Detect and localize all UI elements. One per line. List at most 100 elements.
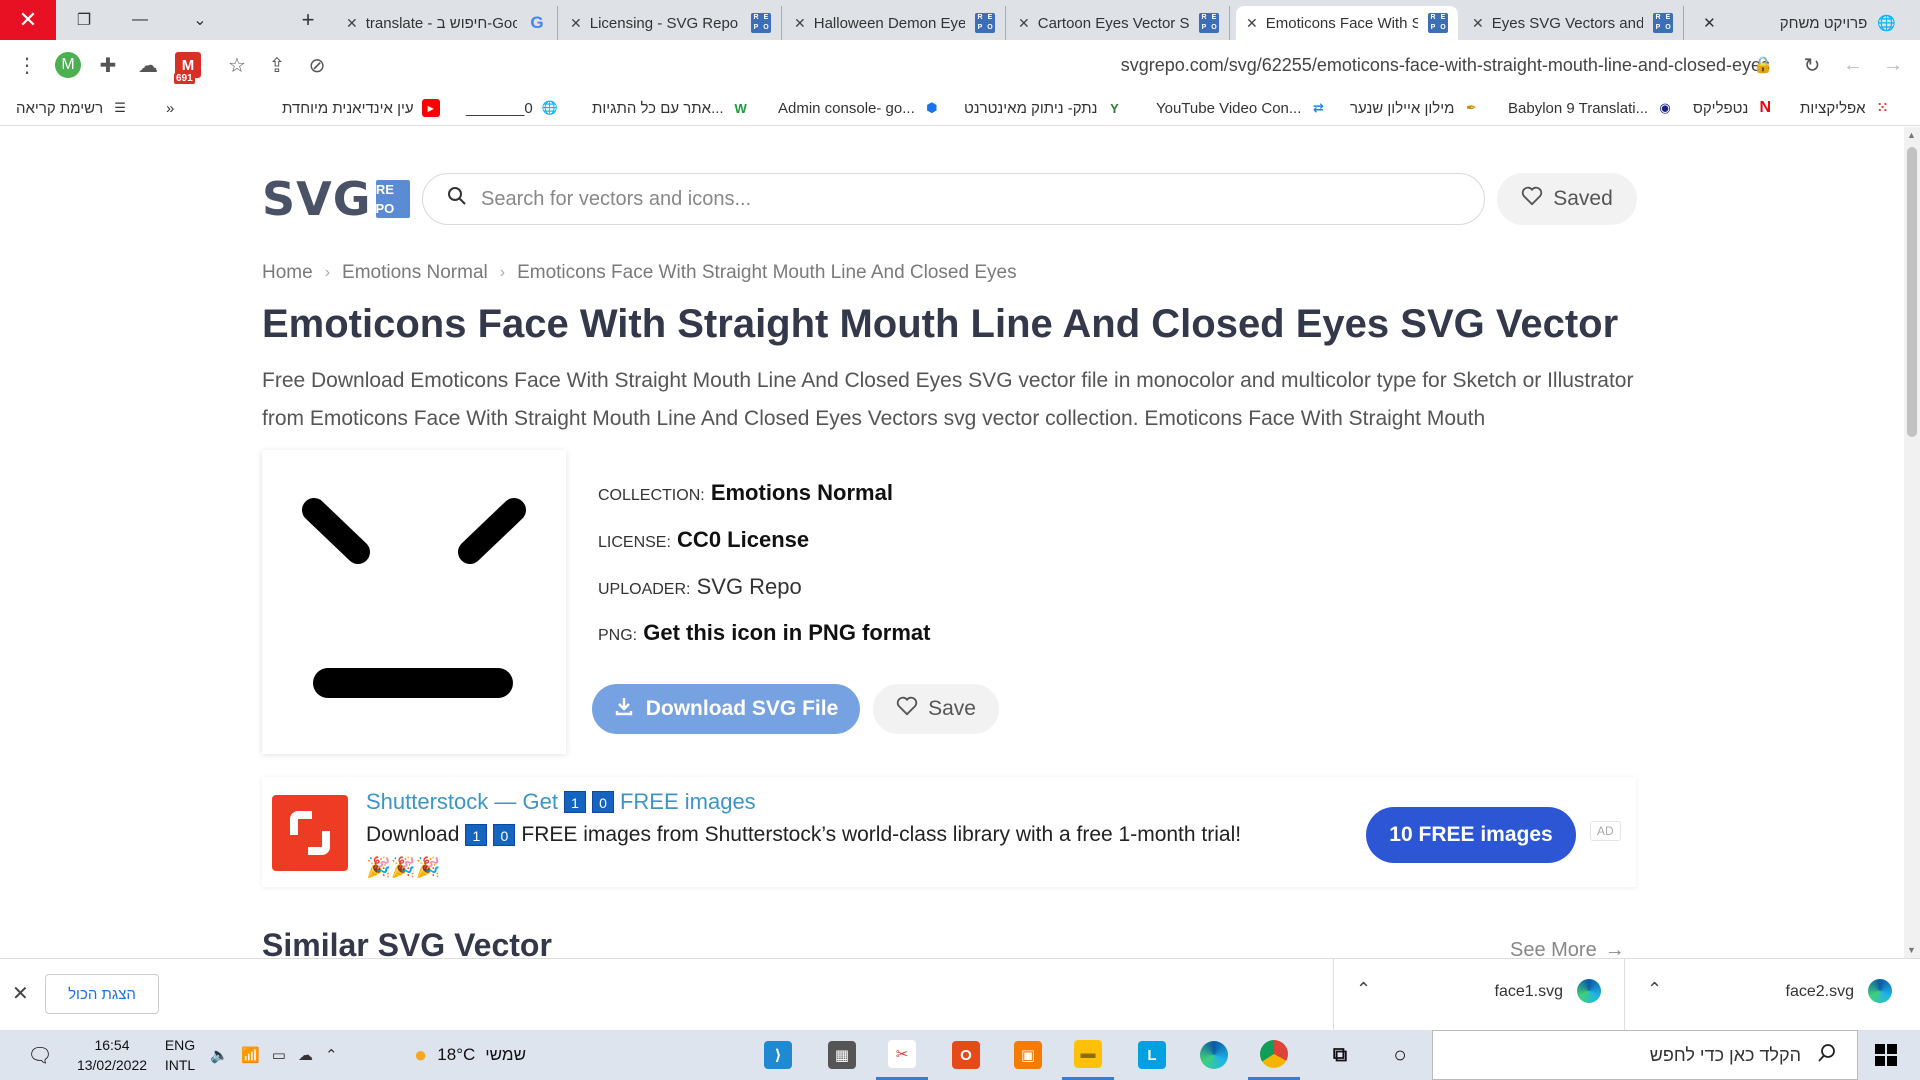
download-svg-button[interactable]: Download SVG File <box>592 684 860 734</box>
tab-game-project[interactable]: ✕ פרויקט משחק 🌐 <box>1703 6 1896 40</box>
share-icon[interactable]: ⇪ <box>262 50 292 80</box>
tab-close-icon[interactable]: ✕ <box>1246 15 1258 32</box>
tab-translate[interactable]: ✕ translate - חיפוש ב-Google G <box>336 6 558 40</box>
meta-png: PNG: Get this icon in PNG format <box>598 620 931 646</box>
bookmark-blank[interactable]: _______0 🌐 <box>466 96 559 120</box>
bookmark-reading-list[interactable]: רשימת קריאה ☰ <box>16 96 129 120</box>
breadcrumb-home[interactable]: Home <box>262 262 313 284</box>
profile-avatar[interactable]: M <box>53 50 83 80</box>
breadcrumb-current[interactable]: Emoticons Face With Straight Mouth Line … <box>517 262 1017 284</box>
extensions-icon[interactable]: ✚ <box>93 50 123 80</box>
breadcrumb-collection[interactable]: Emotions Normal <box>342 262 488 284</box>
wifi-icon[interactable]: 📶 <box>241 1046 260 1064</box>
forward-arrow-icon[interactable]: ← <box>1838 50 1868 80</box>
slides-icon[interactable]: ▣ <box>1002 1030 1054 1080</box>
weather-widget[interactable]: ● 18°C שמשי <box>400 1030 540 1080</box>
window-restore-button[interactable]: ❐ <box>56 0 112 40</box>
tab-search-button[interactable]: ⌄ <box>172 0 228 40</box>
page-scrollbar[interactable]: ▲ ▼ <box>1904 127 1920 958</box>
vscode-icon[interactable]: ⟩ <box>752 1030 804 1080</box>
bookmark-netflix[interactable]: נטפליקס N <box>1693 96 1774 120</box>
tab-close-icon[interactable]: ✕ <box>346 15 358 32</box>
bookmarks-overflow-button[interactable]: » <box>166 96 174 120</box>
tab-eyes-svg[interactable]: ✕ Eyes SVG Vectors and REPO <box>1462 6 1684 40</box>
scroll-down-arrow-icon[interactable]: ▼ <box>1907 945 1916 955</box>
svg-preview-card[interactable] <box>262 450 566 754</box>
menu-kebab-icon[interactable]: ⋮ <box>12 50 42 80</box>
notification-icon[interactable]: 🗨 <box>24 1030 56 1080</box>
saved-button[interactable]: Saved <box>1497 173 1637 225</box>
svgrepo-logo[interactable]: SVG RE PO <box>262 172 410 226</box>
license-link[interactable]: CC0 License <box>677 527 809 552</box>
bookmark-tags-site[interactable]: אתר עם כל התגיות... W <box>592 96 750 120</box>
show-all-downloads-button[interactable]: הצגת הכול <box>45 974 159 1014</box>
bookmark-indian-eye[interactable]: עין אינדיאנית מיוחדת ▶ <box>282 96 440 120</box>
tab-close-icon[interactable]: ✕ <box>1472 15 1484 32</box>
bookmark-babylon[interactable]: Babylon 9 Translati... ◉ <box>1508 96 1674 120</box>
bookmark-label: Admin console- go... <box>778 99 915 117</box>
chevron-up-icon[interactable]: ⌃ <box>325 1046 338 1064</box>
tab-close-icon[interactable]: ✕ <box>570 15 582 32</box>
gmail-icon[interactable]: M 691 <box>173 50 203 84</box>
tab-halloween-demon-eyes[interactable]: ✕ Halloween Demon Eyes REPO <box>784 6 1006 40</box>
bookmark-apps[interactable]: אפליקציות ⁙ <box>1800 96 1892 120</box>
bookmark-label: Babylon 9 Translati... <box>1508 99 1649 117</box>
scrollbar-thumb[interactable] <box>1907 147 1917 437</box>
bookmark-dictionary[interactable]: מילון איילון שנער ✒ <box>1350 96 1480 120</box>
battery-icon[interactable]: ▭ <box>272 1046 286 1064</box>
onedrive-icon[interactable]: ☁ <box>298 1046 313 1064</box>
bookmark-disconnect[interactable]: נתק- ניתוק מאינטרנט Y <box>964 96 1124 120</box>
taskbar-search-input[interactable]: הקלד כאן כדי לחפש <box>1432 1030 1858 1080</box>
babylon-icon: ◉ <box>1659 100 1671 115</box>
address-bar-url[interactable]: svgrepo.com/svg/62255/emoticons-face-wit… <box>1090 50 1770 80</box>
close-downloads-icon[interactable]: ✕ <box>12 981 29 1006</box>
bookmark-admin-console[interactable]: Admin console- go... ⬢ <box>778 96 941 120</box>
calculator-icon[interactable]: ▦ <box>816 1030 868 1080</box>
edge-icon[interactable] <box>1188 1030 1240 1080</box>
task-view-icon[interactable]: ⧉ <box>1314 1030 1366 1080</box>
back-arrow-icon[interactable]: → <box>1878 50 1908 80</box>
l-app-icon[interactable]: L <box>1126 1030 1178 1080</box>
tab-cartoon-eyes[interactable]: ✕ Cartoon Eyes Vector S REPO <box>1008 6 1230 40</box>
window-minimize-button[interactable]: — <box>112 0 168 40</box>
uploader-link[interactable]: SVG Repo <box>697 574 802 599</box>
chevron-up-icon[interactable]: ⌃ <box>1647 979 1662 1000</box>
tab-emoticons-face[interactable]: ✕ Emoticons Face With S REPO <box>1236 6 1458 40</box>
ad-cta-button[interactable]: 10 FREE images <box>1366 807 1576 863</box>
download-item-face1[interactable]: ⌃ face1.svg <box>1333 959 1623 1031</box>
tab-close-icon[interactable]: ✕ <box>1703 14 1716 32</box>
chrome-icon[interactable] <box>1248 1030 1300 1080</box>
hide-eye-icon[interactable]: ⊘ <box>302 50 332 80</box>
cortana-icon[interactable]: ○ <box>1374 1030 1426 1080</box>
chevron-up-icon[interactable]: ⌃ <box>1356 979 1371 1000</box>
bookmark-star-icon[interactable]: ☆ <box>222 50 252 80</box>
new-tab-button[interactable]: + <box>290 4 326 36</box>
save-button[interactable]: Save <box>873 684 999 734</box>
download-item-face2[interactable]: ⌃ face2.svg <box>1624 959 1914 1031</box>
search-input[interactable]: Search for vectors and icons... <box>422 173 1485 225</box>
lock-icon[interactable]: 🔒 <box>1748 50 1778 80</box>
file-explorer-icon[interactable]: ▬ <box>1062 1030 1114 1080</box>
meta-key: UPLOADER: <box>598 581 691 598</box>
ad-title[interactable]: Shutterstock — Get 10 FREE images <box>366 789 756 815</box>
clock[interactable]: 16:54 13/02/2022 <box>70 1030 154 1080</box>
tab-close-icon[interactable]: ✕ <box>794 15 806 32</box>
png-link[interactable]: Get this icon in PNG format <box>643 620 930 645</box>
cloud-icon[interactable]: ☁ <box>133 50 163 80</box>
see-more-link[interactable]: See More → <box>1510 939 1625 958</box>
page-description: Free Download Emoticons Face With Straig… <box>262 369 1634 430</box>
tab-licensing[interactable]: ✕ Licensing - SVG Repo REPO <box>560 6 782 40</box>
window-close-button[interactable]: ✕ <box>0 0 56 40</box>
collection-link[interactable]: Emotions Normal <box>711 480 893 505</box>
windows-start-icon[interactable] <box>1875 1044 1897 1066</box>
system-tray[interactable]: 🔈 📶 ▭ ☁ ⌃ <box>204 1030 344 1080</box>
office-icon[interactable]: O <box>940 1030 992 1080</box>
volume-icon[interactable]: 🔈 <box>210 1046 229 1064</box>
bookmark-youtube-converter[interactable]: YouTube Video Con... ⇄ <box>1156 96 1327 120</box>
reload-icon[interactable]: ↻ <box>1797 50 1827 80</box>
scroll-up-arrow-icon[interactable]: ▲ <box>1907 130 1916 140</box>
tab-close-icon[interactable]: ✕ <box>1018 15 1030 32</box>
language-indicator[interactable]: ENG INTL <box>160 1030 200 1080</box>
shutterstock-ad[interactable]: Shutterstock — Get 10 FREE images Downlo… <box>262 777 1636 887</box>
snipping-tool-icon[interactable]: ✂ <box>876 1030 928 1080</box>
